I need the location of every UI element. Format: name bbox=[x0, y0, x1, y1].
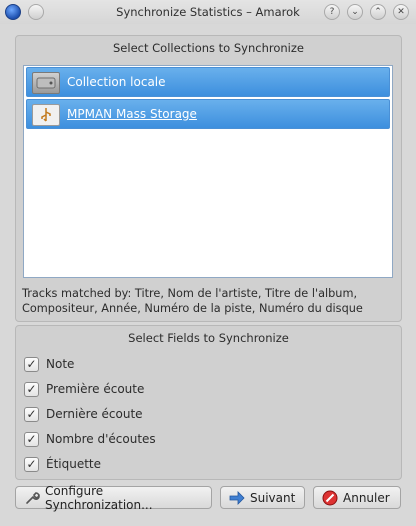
list-item-label: MPMAN Mass Storage bbox=[67, 107, 197, 121]
checkmark-icon[interactable]: ✓ bbox=[24, 356, 39, 372]
amarok-app-icon[interactable] bbox=[5, 4, 21, 20]
menu-circle-icon[interactable] bbox=[28, 4, 44, 20]
configure-synchronization-button[interactable]: Configure Synchronization... bbox=[15, 483, 212, 512]
collections-list[interactable]: Collection locale MPMAN Mass Storage bbox=[23, 65, 393, 278]
configure-label: Configure Synchronization... bbox=[45, 483, 153, 512]
list-item-collection-locale[interactable]: Collection locale bbox=[26, 67, 390, 97]
hard-drive-icon bbox=[32, 72, 60, 94]
next-button[interactable]: Suivant bbox=[220, 486, 305, 509]
arrow-right-icon bbox=[229, 490, 245, 506]
fields-heading: Select Fields to Synchronize bbox=[128, 331, 289, 345]
usb-icon bbox=[32, 104, 60, 126]
close-button[interactable]: ✕ bbox=[393, 4, 409, 20]
maximize-button[interactable]: ⌃ bbox=[370, 4, 386, 20]
cancel-icon bbox=[322, 490, 338, 506]
wrench-icon bbox=[24, 490, 40, 506]
checkmark-icon[interactable]: ✓ bbox=[24, 381, 39, 397]
field-nombre-ecoutes-checkbox[interactable]: ✓ Nombre d'écoutes bbox=[24, 429, 156, 449]
dialog-window: Synchronize Statistics – Amarok ? ⌄ ⌃ ✕ … bbox=[0, 0, 416, 526]
field-label: Nombre d'écoutes bbox=[46, 432, 156, 446]
collections-heading: Select Collections to Synchronize bbox=[113, 41, 304, 55]
cancel-label: Annuler bbox=[343, 490, 390, 505]
window-title: Synchronize Statistics – Amarok bbox=[116, 5, 300, 19]
field-label: Dernière écoute bbox=[46, 407, 143, 421]
list-item-mpman-mass-storage[interactable]: MPMAN Mass Storage bbox=[26, 99, 390, 129]
field-note-checkbox[interactable]: ✓ Note bbox=[24, 354, 74, 374]
list-item-label: Collection locale bbox=[67, 75, 166, 89]
field-derniere-ecoute-checkbox[interactable]: ✓ Dernière écoute bbox=[24, 404, 143, 424]
title-bar[interactable]: Synchronize Statistics – Amarok ? ⌄ ⌃ ✕ bbox=[0, 0, 416, 24]
field-label: Première écoute bbox=[46, 382, 145, 396]
checkmark-icon[interactable]: ✓ bbox=[24, 406, 39, 422]
checkmark-icon[interactable]: ✓ bbox=[24, 431, 39, 447]
cancel-button[interactable]: Annuler bbox=[313, 486, 401, 509]
field-premiere-ecoute-checkbox[interactable]: ✓ Première écoute bbox=[24, 379, 144, 399]
tracks-matched-text: Tracks matched by: Titre, Nom de l'artis… bbox=[22, 287, 363, 315]
help-button[interactable]: ? bbox=[324, 4, 340, 20]
shade-button[interactable]: ⌄ bbox=[347, 4, 363, 20]
field-etiquette-checkbox[interactable]: ✓ Étiquette bbox=[24, 454, 101, 474]
field-label: Étiquette bbox=[46, 457, 102, 471]
next-label: Suivant bbox=[250, 490, 296, 505]
checkmark-icon[interactable]: ✓ bbox=[24, 456, 39, 472]
field-label: Note bbox=[46, 357, 75, 371]
